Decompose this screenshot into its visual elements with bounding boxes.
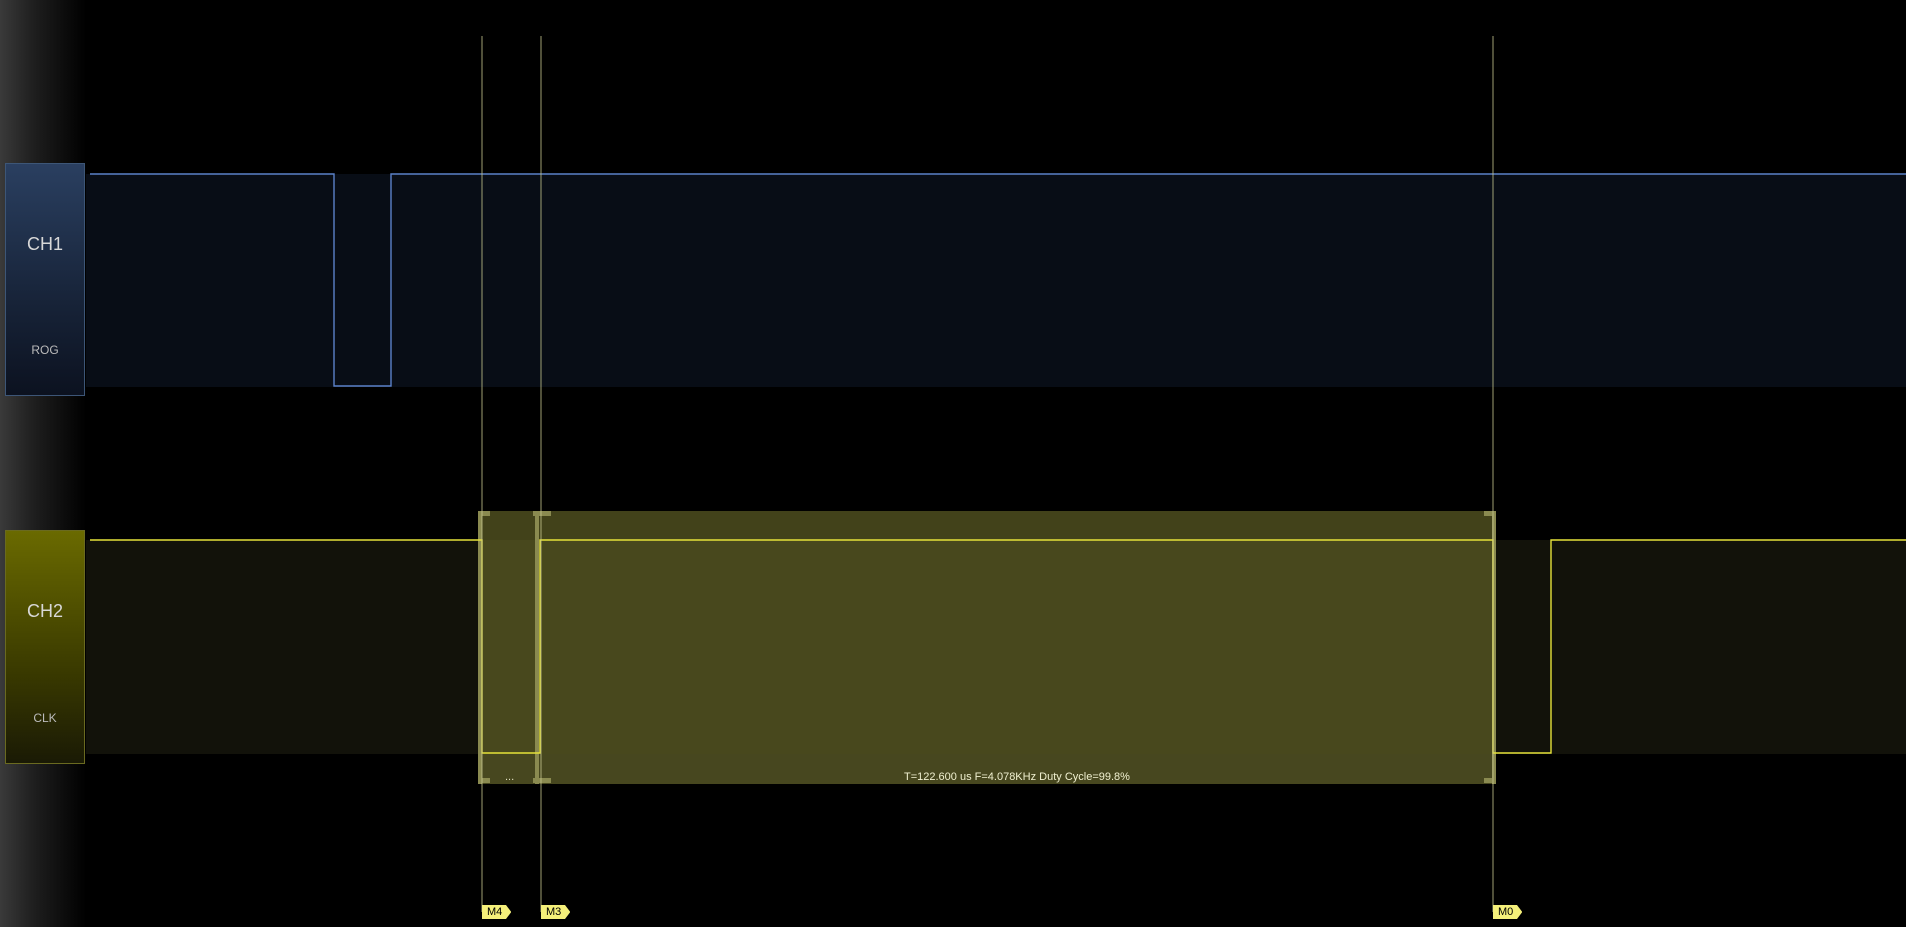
- marker-tag-m0[interactable]: M0: [1493, 905, 1523, 919]
- ch1-trace: [90, 173, 1906, 387]
- measurement-overflow: ...: [505, 771, 515, 783]
- measurement-region: [478, 511, 1496, 784]
- marker-tag-m3[interactable]: M3: [541, 905, 571, 919]
- logic-analyzer-view: CH1 ROG CH2 CLK ... T=122.600 us F=4.078…: [0, 0, 1906, 927]
- measurement-readout: T=122.600 us F=4.078KHz Duty Cycle=99.8%: [904, 771, 1130, 783]
- waveform-canvas: [90, 36, 1906, 912]
- marker-tag-m4[interactable]: M4: [482, 905, 512, 919]
